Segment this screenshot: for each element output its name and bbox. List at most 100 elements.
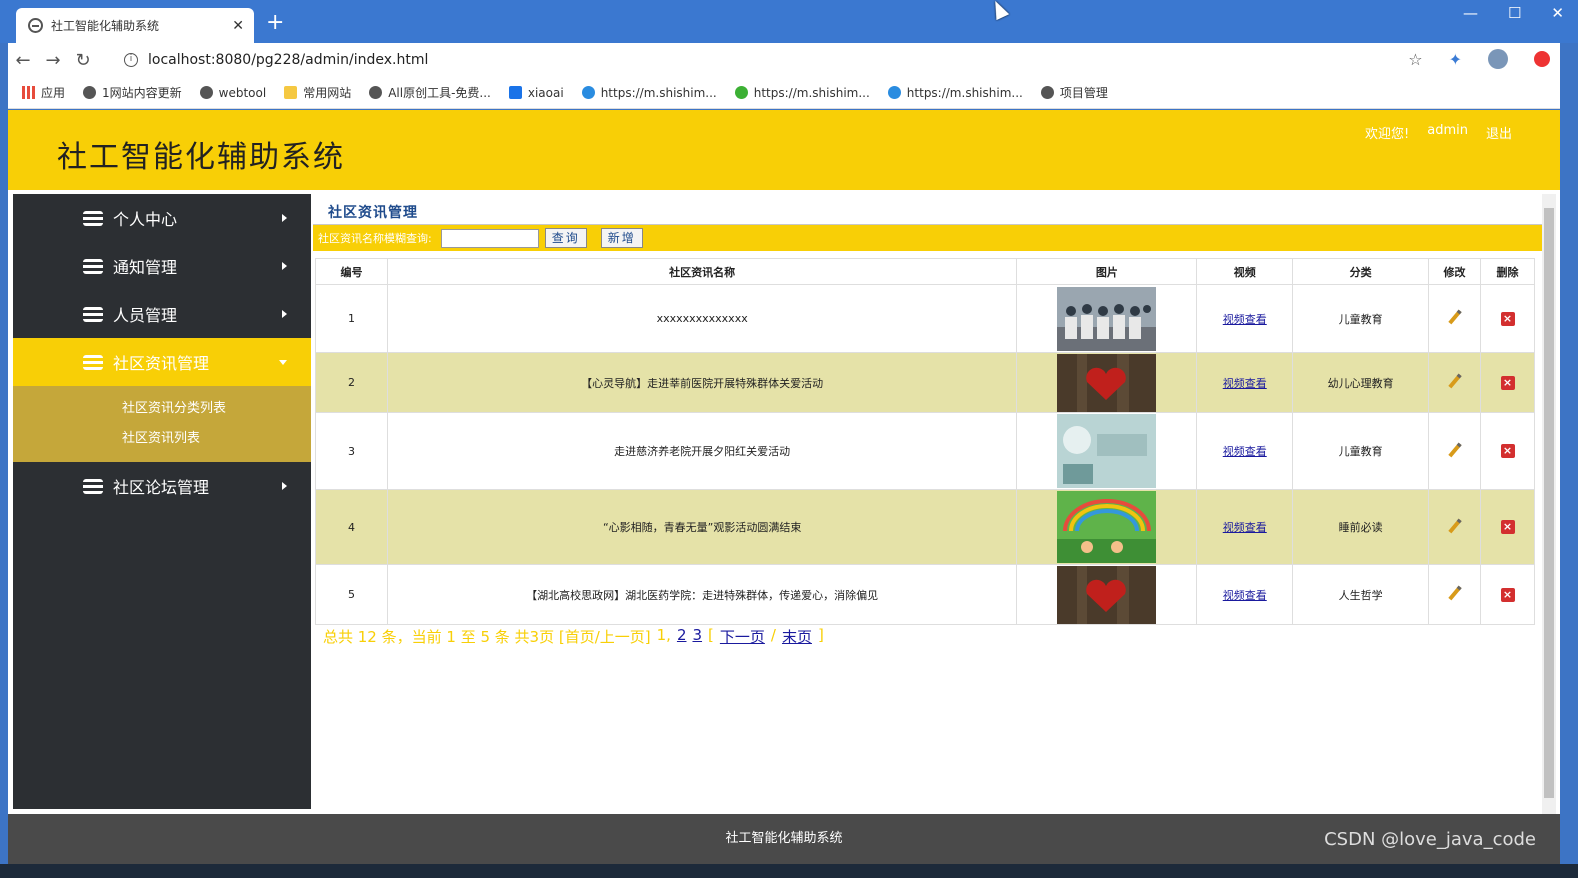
mental-health-photo-thumbnail[interactable] (1057, 414, 1157, 488)
column-header: 删除 (1480, 258, 1535, 285)
browser-toolbar: ← → ↻ i localhost:8080/pg228/admin/index… (8, 43, 1560, 77)
profile-avatar[interactable] (1488, 49, 1508, 69)
delete-icon[interactable]: × (1500, 444, 1515, 458)
bookmark-item[interactable]: https://m.shishim... (581, 86, 717, 100)
pencil-icon[interactable] (1447, 518, 1462, 533)
cell-edit (1428, 352, 1481, 413)
url-text[interactable]: localhost:8080/pg228/admin/index.html (148, 52, 428, 68)
pencil-icon[interactable] (1447, 373, 1462, 389)
minimize-icon[interactable]: — (1463, 4, 1478, 22)
sidebar-item-notice[interactable]: 通知管理 (13, 242, 311, 290)
sidebar-item-personnel[interactable]: 人员管理 (13, 290, 311, 338)
delete-icon[interactable]: × (1500, 587, 1515, 602)
mouse-cursor (988, 0, 1010, 21)
table-row: 1 xxxxxxxxxxxxxx 视频查看 儿童教育 × (315, 284, 1535, 353)
group-photo-thumbnail[interactable] (1057, 286, 1157, 351)
sidebar-item-forum[interactable]: 社区论坛管理 (13, 462, 311, 510)
star-icon[interactable]: ☆ (1408, 50, 1422, 69)
username-link[interactable]: admin (1427, 123, 1468, 142)
red-extension-icon[interactable] (1534, 51, 1550, 67)
cell-video: 视频查看 (1196, 352, 1294, 413)
news-table: 编号 社区资讯名称 图片 视频 分类 修改 删除 1 xxxxxxxxxxxxx… (315, 258, 1535, 625)
submenu-item-news-list[interactable]: 社区资讯列表 (122, 424, 311, 454)
caret-right-icon (282, 214, 287, 222)
globe-icon (199, 86, 213, 99)
bookmark-item[interactable]: 项目管理 (1040, 84, 1108, 101)
column-header: 修改 (1428, 258, 1481, 285)
cell-video: 视频查看 (1196, 489, 1294, 565)
rainbow-photo-thumbnail[interactable] (1057, 491, 1157, 563)
bookmark-item[interactable]: 1网站内容更新 (83, 84, 182, 101)
cell-delete: × (1480, 564, 1535, 625)
folder-icon (284, 86, 298, 99)
table-row: 2 【心灵导航】走进莘前医院开展特殊群体关爱活动 视频查看 幼儿心理教育 × (315, 352, 1535, 413)
extension-icon[interactable]: ✦ (1449, 50, 1462, 69)
globe-icon (369, 86, 383, 99)
browser-titlebar: 社工智能化辅助系统 ✕ + — ☐ ✕ (0, 0, 1578, 43)
stack-icon (83, 210, 103, 226)
new-tab-button[interactable]: + (266, 12, 284, 34)
query-button[interactable]: 查询 (544, 228, 587, 248)
tab-title: 社工智能化辅助系统 (51, 19, 160, 33)
delete-icon[interactable]: × (1500, 520, 1515, 534)
back-icon[interactable]: ← (8, 50, 38, 71)
pager-last[interactable]: 末页 (782, 626, 812, 647)
stack-icon (83, 306, 103, 322)
bookmark-item[interactable]: All原创工具-免费... (369, 84, 491, 101)
maximize-icon[interactable]: ☐ (1508, 4, 1521, 22)
video-view-link[interactable]: 视频查看 (1223, 313, 1267, 326)
bookmark-folder[interactable]: 常用网站 (284, 84, 351, 101)
delete-icon[interactable]: × (1500, 311, 1515, 326)
pager-next[interactable]: 下一页 (720, 626, 765, 647)
video-view-link[interactable]: 视频查看 (1223, 445, 1267, 458)
cell-video: 视频查看 (1196, 564, 1294, 625)
info-icon[interactable]: i (124, 53, 138, 67)
bookmark-item[interactable]: webtool (199, 86, 266, 100)
column-header: 社区资讯名称 (386, 258, 1018, 285)
video-view-link[interactable]: 视频查看 (1223, 521, 1267, 534)
cell-category: 儿童教育 (1292, 412, 1430, 490)
heart-photo-thumbnail[interactable] (1057, 565, 1157, 624)
close-window-icon[interactable]: ✕ (1551, 4, 1564, 22)
pencil-icon[interactable] (1447, 442, 1462, 457)
cell-category: 儿童教育 (1292, 284, 1430, 353)
pencil-icon[interactable] (1447, 585, 1462, 601)
heart-photo-thumbnail[interactable] (1057, 353, 1157, 412)
sidebar-item-personal-center[interactable]: 个人中心 (13, 194, 311, 242)
forward-icon[interactable]: → (38, 50, 68, 71)
bookmark-item[interactable]: https://m.shishim... (887, 86, 1023, 100)
close-tab-icon[interactable]: ✕ (232, 18, 244, 34)
toolbar-actions: ☆ ✦ (1408, 49, 1550, 69)
pager-page-2[interactable]: 2 (677, 626, 687, 647)
submenu: 社区资讯分类列表 社区资讯列表 (13, 386, 311, 462)
delete-icon[interactable]: × (1500, 375, 1515, 390)
browser-tab[interactable]: 社工智能化辅助系统 ✕ (16, 8, 254, 43)
p-logo-icon (508, 86, 522, 99)
scrollbar-thumb[interactable] (1544, 208, 1554, 798)
c-logo-icon (887, 86, 901, 99)
reload-icon[interactable]: ↻ (68, 50, 98, 71)
globe-icon (1040, 86, 1054, 99)
bookmark-apps[interactable]: 应用 (22, 84, 65, 101)
search-bar: 社区资讯名称模糊查询: 查询 新增 (313, 225, 1543, 251)
apps-icon (22, 86, 35, 99)
column-header: 图片 (1016, 258, 1198, 285)
address-bar[interactable]: i localhost:8080/pg228/admin/index.html (120, 47, 1450, 73)
c-logo-icon (581, 86, 595, 99)
video-view-link[interactable]: 视频查看 (1223, 589, 1267, 602)
logout-link[interactable]: 退出 (1486, 123, 1512, 142)
video-view-link[interactable]: 视频查看 (1223, 377, 1267, 390)
bookmark-item[interactable]: https://m.shishim... (734, 86, 870, 100)
scrollbar[interactable] (1542, 194, 1556, 814)
cell-image (1016, 284, 1198, 353)
add-button[interactable]: 新增 (600, 228, 643, 248)
cell-image (1016, 564, 1198, 625)
search-input[interactable] (440, 228, 539, 248)
pager-page-3[interactable]: 3 (692, 626, 702, 647)
web-page: 社工智能化辅助系统 欢迎您! admin 退出 个人中心 通知管理 人员管理 社… (8, 110, 1560, 864)
submenu-item-category-list[interactable]: 社区资讯分类列表 (122, 394, 311, 424)
bookmark-item[interactable]: xiaoai (508, 86, 564, 100)
sidebar-item-community-news[interactable]: 社区资讯管理 (13, 338, 311, 386)
globe-icon (83, 86, 97, 99)
pencil-icon[interactable] (1447, 309, 1462, 325)
